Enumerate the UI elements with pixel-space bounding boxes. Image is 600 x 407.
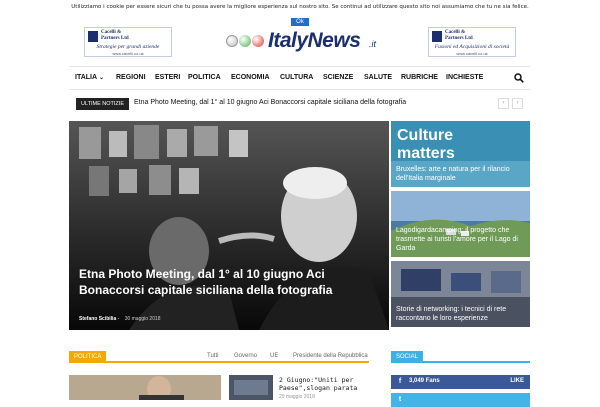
fans-unit: Fans bbox=[425, 378, 440, 384]
ad-banner-right[interactable]: Cacelli & Partners Ltd Fusioni ed Acquis… bbox=[428, 27, 516, 57]
nav-item-regioni[interactable]: REGIONI bbox=[116, 74, 146, 81]
main-nav: ITALIA ⌄ REGIONI ESTERI POLITICA ECONOMIA… bbox=[69, 66, 530, 90]
social-section-header: SOCIAL bbox=[391, 351, 530, 363]
nav-item-italia[interactable]: ITALIA ⌄ bbox=[75, 74, 104, 81]
twitter-social-row[interactable]: t bbox=[391, 393, 530, 407]
nav-label: ITALIA bbox=[75, 74, 98, 81]
side-article-caption[interactable]: Bruxelles: arte e natura per il rilancio… bbox=[396, 165, 526, 183]
overlay-line1: Culture bbox=[397, 127, 453, 144]
ticker-prev-button[interactable]: ‹ bbox=[498, 98, 509, 109]
nav-item-cultura[interactable]: CULTURA bbox=[280, 74, 313, 81]
hero-date: 30 maggio 2018 bbox=[124, 316, 161, 322]
ad-tagline: Strategie per grandi aziende bbox=[96, 44, 160, 50]
cookie-bar: Utilizziamo i cookie per essere sicuri c… bbox=[0, 0, 600, 26]
side-article-card[interactable]: Lagodigardacamping: il progetto che tras… bbox=[391, 191, 530, 257]
hero-article[interactable]: Etna Photo Meeting, dal 1° al 10 giugno … bbox=[69, 121, 389, 330]
ticker-next-button[interactable]: › bbox=[512, 98, 523, 109]
chess-piece-icon bbox=[432, 31, 442, 42]
search-icon[interactable] bbox=[514, 73, 524, 83]
ad-line2: Partners Ltd bbox=[445, 36, 473, 41]
ticker-headline[interactable]: Etna Photo Meeting, dal 1° al 10 giugno … bbox=[134, 99, 406, 106]
politica-article-thumbnail[interactable] bbox=[229, 375, 273, 400]
social-count: 3,049 Fans bbox=[409, 378, 440, 384]
ad-url: www.cacelli.co.uk bbox=[112, 51, 144, 56]
ad-line2: Partners Ltd bbox=[101, 36, 129, 41]
politica-article-photo bbox=[229, 375, 273, 400]
facebook-icon: f bbox=[398, 378, 402, 385]
fans-count: 3,049 bbox=[409, 378, 425, 384]
like-button[interactable]: LIKE bbox=[510, 378, 524, 384]
hero-photo bbox=[69, 121, 389, 330]
cookie-ok-button[interactable]: Ok bbox=[291, 18, 309, 26]
news-ticker: ULTIME NOTIZIE Etna Photo Meeting, dal 1… bbox=[76, 97, 525, 111]
hero-title[interactable]: Etna Photo Meeting, dal 1° al 10 giugno … bbox=[79, 266, 339, 298]
logo-dot-icon bbox=[239, 35, 251, 47]
ticker-label: ULTIME NOTIZIE bbox=[76, 98, 129, 110]
side-article-card[interactable]: Storie di networking: i tecnici di rete … bbox=[391, 261, 530, 327]
logo-name: ItalyNews bbox=[268, 29, 361, 52]
chess-piece-icon bbox=[88, 31, 98, 42]
politica-section-header: POLITICA Tutti Governo UE Presidente del… bbox=[69, 351, 369, 363]
cookie-text: Utilizziamo i cookie per essere sicuri c… bbox=[71, 4, 529, 10]
nav-item-salute[interactable]: SALUTE bbox=[364, 74, 392, 81]
filter-governo[interactable]: Governo bbox=[234, 353, 257, 359]
site-logo[interactable]: ItalyNews .it bbox=[226, 28, 386, 52]
politica-photo bbox=[69, 375, 221, 400]
side-article-caption[interactable]: Lagodigardacamping: il progetto che tras… bbox=[396, 226, 526, 253]
filter-presidente[interactable]: Presidente della Repubblica bbox=[293, 353, 368, 359]
twitter-icon: t bbox=[398, 396, 402, 403]
logo-suffix: .it bbox=[369, 39, 377, 49]
nav-item-economia[interactable]: ECONOMIA bbox=[231, 74, 270, 81]
overlay-line2: matters bbox=[397, 145, 455, 162]
hero-author[interactable]: Stefano Scibilia bbox=[79, 316, 116, 322]
facebook-social-row[interactable]: f 3,049 Fans LIKE bbox=[391, 375, 530, 389]
politica-main-thumbnail[interactable] bbox=[69, 375, 221, 400]
side-article-card[interactable]: Culture matters Bruxelles: arte e natura… bbox=[391, 121, 530, 187]
ad-tagline: Fusioni ed Acquisizioni di società bbox=[434, 44, 510, 50]
section-label: SOCIAL bbox=[391, 351, 424, 363]
logo-dot-icon bbox=[226, 35, 238, 47]
politica-article-date: 29 maggio 2018 bbox=[279, 394, 315, 400]
nav-item-inchieste[interactable]: INCHIESTE bbox=[446, 74, 483, 81]
filter-tutti[interactable]: Tutti bbox=[207, 353, 218, 359]
ad-url: www.cacelli.co.uk bbox=[456, 51, 488, 56]
hero-meta: Stefano Scibilia - 30 maggio 2018 bbox=[79, 316, 161, 322]
ad-line1: Cacelli & bbox=[445, 30, 466, 35]
side-article-caption[interactable]: Storie di networking: i tecnici di rete … bbox=[396, 305, 526, 323]
chevron-down-icon: ⌄ bbox=[99, 75, 105, 81]
nav-item-scienze[interactable]: SCIENZE bbox=[323, 74, 353, 81]
nav-item-politica[interactable]: POLITICA bbox=[188, 74, 221, 81]
section-label[interactable]: POLITICA bbox=[69, 351, 107, 363]
ad-banner-left[interactable]: Cacelli & Partners Ltd Strategie per gra… bbox=[84, 27, 172, 57]
nav-item-esteri[interactable]: ESTERI bbox=[155, 74, 180, 81]
nav-item-rubriche[interactable]: RUBRICHE bbox=[401, 74, 438, 81]
filter-ue[interactable]: UE bbox=[270, 353, 278, 359]
politica-article-title[interactable]: 2 Giugno:"Uniti per Paese",slogan parata bbox=[279, 376, 374, 392]
ad-line1: Cacelli & bbox=[101, 30, 122, 35]
logo-dot-icon bbox=[252, 35, 264, 47]
